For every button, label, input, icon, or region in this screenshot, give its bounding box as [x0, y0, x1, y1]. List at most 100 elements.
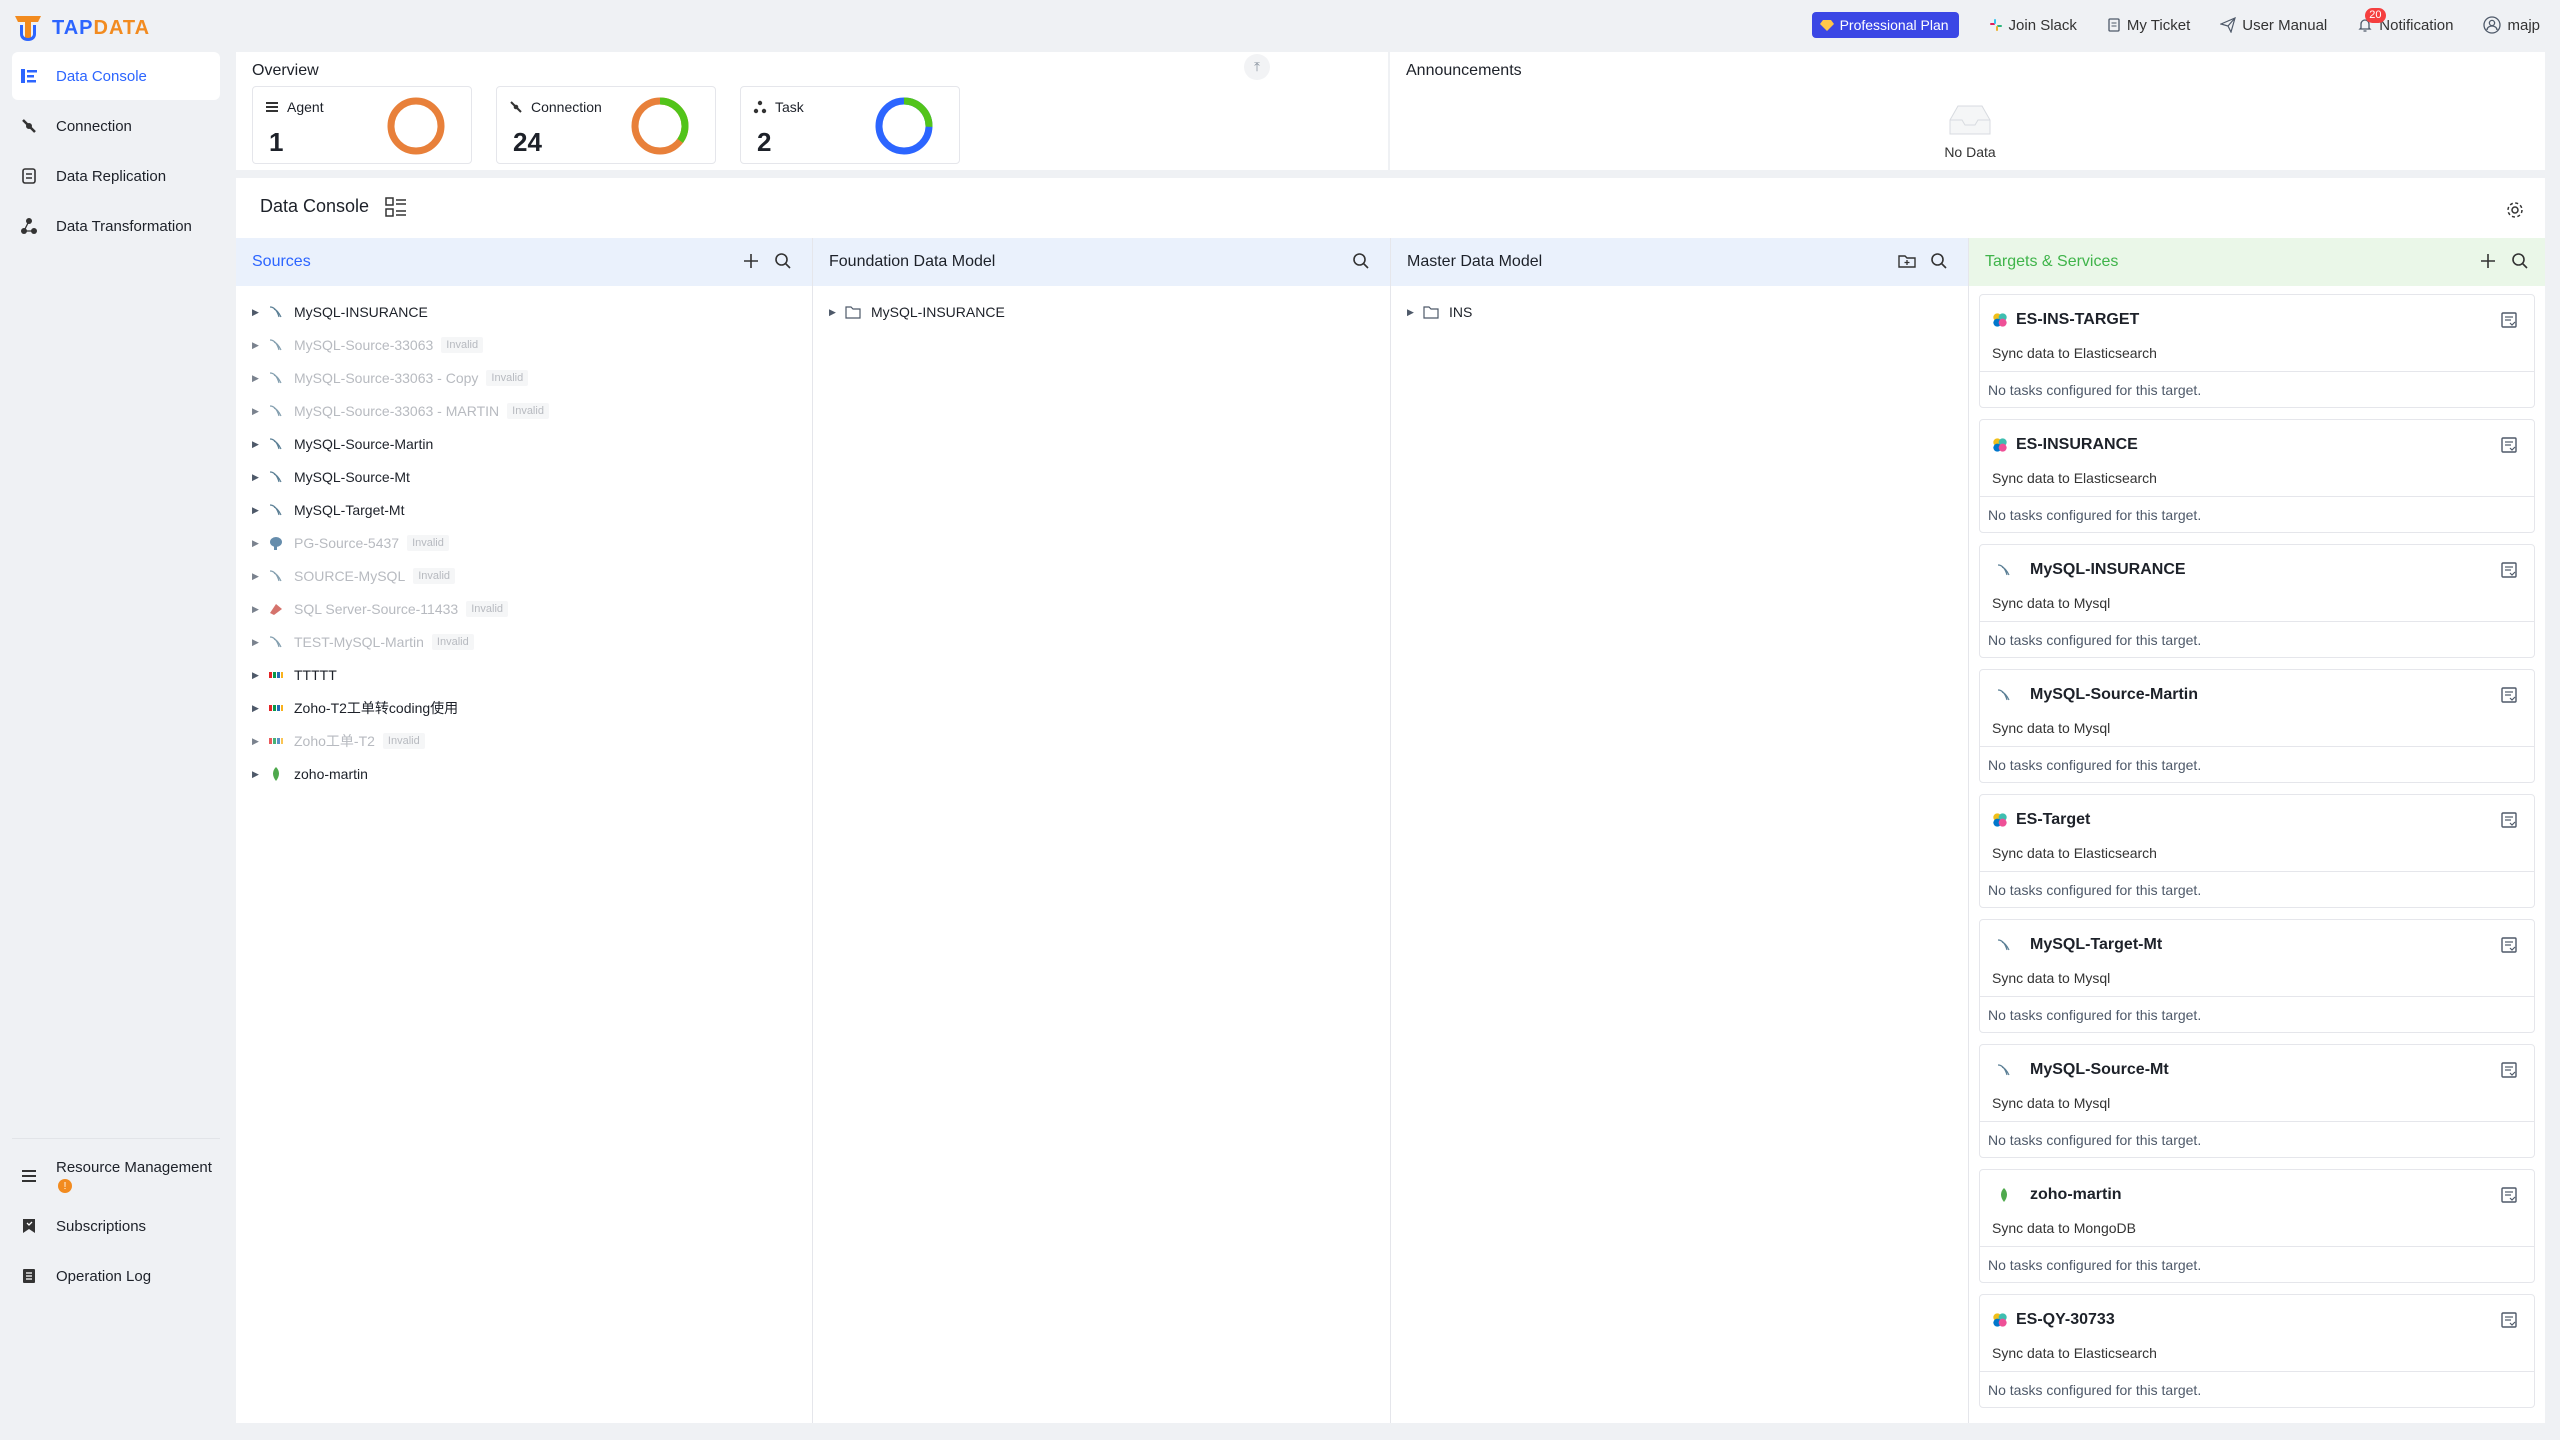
source-item[interactable]: ▶ TTTTT — [252, 659, 337, 691]
target-card[interactable]: ES-QY-30733 Sync data to Elasticsearch No … — [1979, 1294, 2535, 1408]
task-config-icon[interactable] — [2500, 936, 2518, 954]
announcements-title: Announcements — [1406, 62, 1522, 79]
sidebar-item-data-console[interactable]: Data Console — [12, 52, 220, 100]
sidebar-item-operation-log[interactable]: Operation Log — [12, 1252, 220, 1300]
layout-toggle-icon[interactable] — [385, 196, 407, 217]
source-item[interactable]: ▶ MySQL-Source-33063 - Copy Invalid — [252, 362, 529, 394]
source-item[interactable]: ▶ MySQL-Source-33063 Invalid — [252, 329, 484, 361]
plan-label: Professional Plan — [1839, 17, 1949, 33]
mdm-actions — [1898, 252, 1948, 270]
overview-panel: Overview ⤒ Agent 1 Connection 24 Task 2 — [236, 52, 1388, 170]
invalid-badge: Invalid — [486, 370, 529, 386]
mdm-tree-item[interactable]: ▶ INS — [1407, 296, 1472, 328]
source-item[interactable]: ▶ zoho-martin — [252, 758, 368, 790]
target-name: ES-INS-TARGET — [2016, 311, 2140, 328]
expand-arrow-icon[interactable]: ▶ — [252, 505, 264, 516]
folder-add-icon[interactable] — [1898, 252, 1916, 270]
sidebar-item-data-transformation[interactable]: Data Transformation — [12, 202, 220, 250]
agent-card[interactable]: Agent 1 — [252, 86, 472, 164]
search-icon[interactable] — [2511, 252, 2529, 270]
expand-arrow-icon[interactable]: ▶ — [252, 604, 264, 615]
expand-arrow-icon[interactable]: ▶ — [1407, 307, 1419, 318]
expand-arrow-icon[interactable]: ▶ — [252, 340, 264, 351]
expand-arrow-icon[interactable]: ▶ — [252, 670, 264, 681]
settings-gear-icon[interactable] — [2505, 200, 2525, 220]
target-card[interactable]: ES-INSURANCE Sync data to Elasticsearch No… — [1979, 419, 2535, 533]
connection-icon — [22, 119, 36, 133]
target-footer: No tasks configured for this target. — [1980, 996, 2534, 1033]
folder-icon — [845, 306, 861, 319]
professional-plan-button[interactable]: Professional Plan — [1811, 12, 1959, 38]
target-card[interactable]: ES-INS-TARGET Sync data to Elasticsearch N… — [1979, 294, 2535, 408]
sidebar-item-label: Data Replication — [56, 167, 167, 185]
search-icon[interactable] — [1930, 252, 1948, 270]
join-slack-link[interactable]: Join Slack — [1989, 17, 2077, 34]
target-card[interactable]: zoho-martin Sync data to MongoDB No tasks … — [1979, 1169, 2535, 1283]
user-menu[interactable]: majp — [2483, 16, 2540, 34]
user-manual-link[interactable]: User Manual — [2220, 17, 2327, 34]
card-label: Task — [775, 99, 804, 115]
sidebar-item-data-replication[interactable]: Data Replication — [12, 152, 220, 200]
connection-count: 24 — [513, 127, 542, 157]
source-name: MySQL-Source-33063 - MARTIN — [294, 403, 500, 419]
task-config-icon[interactable] — [2500, 1186, 2518, 1204]
target-card[interactable]: MySQL-Target-Mt Sync data to Mysql No task… — [1979, 919, 2535, 1033]
sidebar-item-resource-management[interactable]: Resource Management! — [12, 1152, 220, 1200]
notification-button[interactable]: 20 Notification — [2357, 7, 2453, 34]
expand-arrow-icon[interactable]: ▶ — [252, 769, 264, 780]
task-config-icon[interactable] — [2500, 311, 2518, 329]
my-ticket-link[interactable]: My Ticket — [2107, 17, 2190, 34]
task-card[interactable]: Task 2 — [740, 86, 960, 164]
source-item[interactable]: ▶ MySQL-INSURANCE — [252, 296, 428, 328]
expand-arrow-icon[interactable]: ▶ — [252, 703, 264, 714]
source-item[interactable]: ▶ SQL Server-Source-11433 Invalid — [252, 593, 508, 625]
expand-arrow-icon[interactable]: ▶ — [252, 571, 264, 582]
sidebar-item-subscriptions[interactable]: Subscriptions — [12, 1202, 220, 1250]
source-item[interactable]: ▶ MySQL-Source-Martin — [252, 428, 433, 460]
expand-arrow-icon[interactable]: ▶ — [252, 439, 264, 450]
source-name: MySQL-Source-Martin — [294, 436, 434, 452]
source-item[interactable]: ▶ TEST-MySQL-Martin Invalid — [252, 626, 474, 658]
expand-arrow-icon[interactable]: ▶ — [252, 736, 264, 747]
transformation-icon — [21, 218, 37, 234]
fdm-tree-item[interactable]: ▶ MySQL-INSURANCE — [829, 296, 1005, 328]
task-config-icon[interactable] — [2500, 436, 2518, 454]
source-item[interactable]: ▶ MySQL-Source-33063 - MARTIN Invalid — [252, 395, 549, 427]
search-icon[interactable] — [1352, 252, 1370, 270]
task-config-icon[interactable] — [2500, 1061, 2518, 1079]
source-item[interactable]: ▶ MySQL-Source-Mt — [252, 461, 410, 493]
expand-arrow-icon[interactable]: ▶ — [252, 538, 264, 549]
target-card[interactable]: MySQL-INSURANCE Sync data to Mysql No task… — [1979, 544, 2535, 658]
add-icon[interactable] — [2479, 252, 2497, 270]
source-item[interactable]: ▶ PG-Source-5437 Invalid — [252, 527, 449, 559]
source-item[interactable]: ▶ Zoho工单-T2 Invalid — [252, 725, 425, 757]
tapdata-logo[interactable]: TAPDATA — [12, 12, 150, 44]
invalid-badge: Invalid — [441, 337, 484, 353]
expand-arrow-icon[interactable]: ▶ — [252, 373, 264, 384]
collapse-overview-button[interactable]: ⤒ — [1244, 54, 1270, 80]
expand-arrow-icon[interactable]: ▶ — [829, 307, 841, 318]
expand-arrow-icon[interactable]: ▶ — [252, 406, 264, 417]
expand-arrow-icon[interactable]: ▶ — [252, 637, 264, 648]
task-config-icon[interactable] — [2500, 561, 2518, 579]
user-manual-label: User Manual — [2242, 16, 2328, 34]
task-config-icon[interactable] — [2500, 1311, 2518, 1329]
elasticsearch-icon — [1993, 438, 2007, 452]
add-icon[interactable] — [742, 252, 760, 270]
source-item[interactable]: ▶ Zoho-T2工单转coding使用 — [252, 692, 458, 724]
source-item[interactable]: ▶ SOURCE-MySQL Invalid — [252, 560, 456, 592]
expand-arrow-icon[interactable]: ▶ — [252, 307, 264, 318]
task-config-icon[interactable] — [2500, 686, 2518, 704]
connection-card[interactable]: Connection 24 — [496, 86, 716, 164]
connection-donut-chart — [631, 97, 689, 155]
target-card[interactable]: MySQL-Source-Mt Sync data to Mysql No task… — [1979, 1044, 2535, 1158]
search-icon[interactable] — [774, 252, 792, 270]
target-card[interactable]: ES-Target Sync data to Elasticsearch No ta… — [1979, 794, 2535, 908]
target-card[interactable]: MySQL-Source-Martin Sync data to Mysql No … — [1979, 669, 2535, 783]
overview-title: Overview — [252, 62, 319, 79]
targets-column: Targets & Services ES-INS-TARGET Sync dat… — [1969, 238, 2545, 1423]
expand-arrow-icon[interactable]: ▶ — [252, 472, 264, 483]
sidebar-item-connection[interactable]: Connection — [12, 102, 220, 150]
task-config-icon[interactable] — [2500, 811, 2518, 829]
source-item[interactable]: ▶ MySQL-Target-Mt — [252, 494, 404, 526]
